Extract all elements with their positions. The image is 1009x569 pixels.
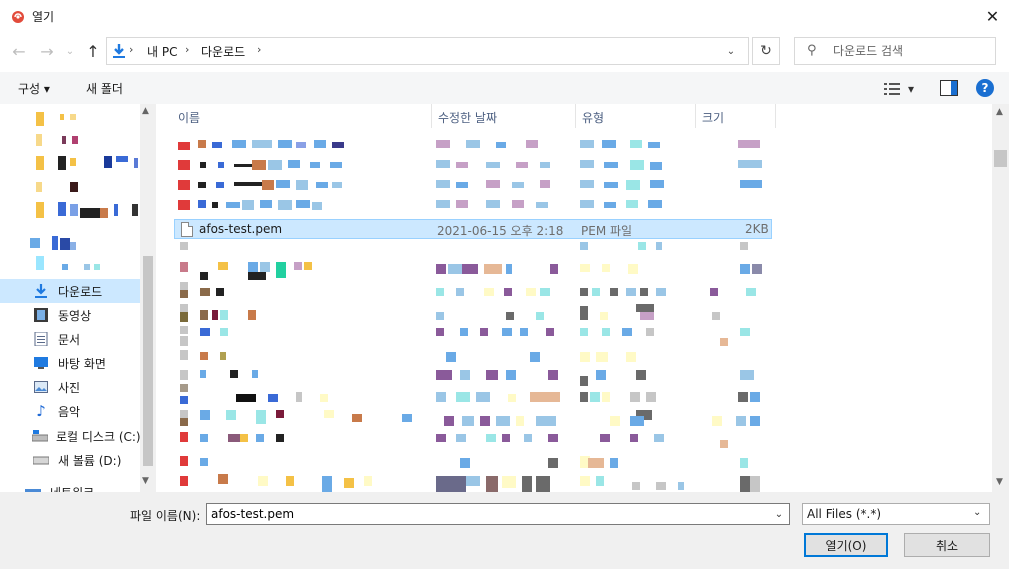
download-folder-icon bbox=[113, 44, 125, 58]
filename-label: 파일 이름(N): bbox=[130, 509, 201, 523]
sidebar-item-label: 네트워크 bbox=[50, 484, 94, 493]
help-button[interactable]: ? bbox=[976, 79, 994, 97]
sidebar-item-label: 새 볼륨 (D:) bbox=[58, 453, 122, 468]
sidebar-item-label: 바탕 화면 bbox=[58, 356, 106, 371]
sidebar-item-documents[interactable]: 문서 bbox=[0, 327, 140, 351]
sidebar-scrollbar[interactable]: ▲ ▼ bbox=[140, 104, 156, 492]
scroll-down-icon[interactable]: ▼ bbox=[996, 477, 1003, 487]
film-icon bbox=[32, 307, 50, 323]
sidebar-item-local-disk-c[interactable]: 로컬 디스크 (C:) bbox=[0, 424, 141, 448]
column-header-date-modified[interactable]: 수정한 날짜 bbox=[432, 104, 576, 128]
sidebar-item-label: 다운로드 bbox=[58, 284, 103, 299]
breadcrumb-separator[interactable]: › bbox=[257, 43, 261, 56]
scrollbar-thumb[interactable] bbox=[143, 256, 153, 466]
cancel-button[interactable]: 취소 bbox=[904, 533, 990, 557]
column-header-name[interactable]: 이름 bbox=[172, 104, 432, 128]
sort-ascending-icon: ⌃ bbox=[514, 104, 522, 111]
file-type-select[interactable]: All Files (*.*) ⌄ bbox=[802, 503, 990, 525]
folder-icon bbox=[36, 112, 44, 126]
folder-icon bbox=[36, 182, 42, 192]
sidebar-item-music[interactable]: ♪ 음악 bbox=[0, 399, 140, 423]
column-header-row: 이름 수정한 날짜 유형 크기 ⌃ bbox=[172, 104, 776, 128]
file-icon bbox=[181, 222, 193, 237]
address-history-dropdown[interactable]: ⌄ bbox=[721, 42, 741, 60]
scroll-up-icon[interactable]: ▲ bbox=[996, 107, 1003, 117]
sidebar-item-new-volume-d[interactable]: 새 볼륨 (D:) bbox=[0, 448, 140, 472]
file-name: afos-test.pem bbox=[199, 222, 283, 236]
file-row-selected[interactable]: afos-test.pem 2021-06-15 오후 2:18 PEM 파일 … bbox=[174, 219, 772, 239]
desktop-icon bbox=[32, 355, 50, 371]
breadcrumb-this-pc[interactable]: 내 PC bbox=[147, 43, 177, 60]
app-icon bbox=[12, 11, 24, 23]
sidebar-item-desktop[interactable]: 바탕 화면 bbox=[0, 351, 140, 375]
folder-icon bbox=[36, 134, 42, 146]
up-button[interactable]: ↑ bbox=[82, 40, 104, 62]
refresh-button[interactable]: ↻ bbox=[752, 37, 780, 65]
view-options-button[interactable]: ▾ bbox=[884, 80, 924, 98]
sidebar-item-label: 사진 bbox=[58, 380, 81, 395]
recent-locations-button[interactable]: ⌄ bbox=[62, 40, 78, 62]
title-bar bbox=[0, 0, 1009, 32]
sidebar-item-label: 로컬 디스크 (C:) bbox=[56, 429, 141, 444]
drive-icon bbox=[32, 428, 48, 444]
new-folder-button[interactable]: 새 폴더 bbox=[86, 80, 123, 97]
drive-icon bbox=[32, 452, 50, 468]
chevron-down-icon[interactable]: ⌄ bbox=[973, 507, 981, 518]
sidebar-item-network[interactable]: 네트워크 bbox=[0, 480, 132, 492]
folder-icon bbox=[36, 202, 44, 218]
file-list[interactable]: 이름 수정한 날짜 유형 크기 ⌃ afos-test.pem 2021-06-… bbox=[156, 104, 992, 492]
forward-button[interactable]: → bbox=[36, 40, 58, 62]
scroll-down-icon[interactable]: ▼ bbox=[142, 476, 149, 486]
document-icon bbox=[32, 331, 50, 347]
network-icon bbox=[24, 484, 42, 492]
search-input[interactable] bbox=[833, 42, 983, 60]
music-note-icon: ♪ bbox=[36, 402, 46, 420]
address-bar[interactable]: › 내 PC › 다운로드 › ⌄ bbox=[106, 37, 749, 65]
picture-icon bbox=[32, 379, 50, 395]
sidebar-item-label: 음악 bbox=[58, 404, 81, 419]
toolbar: 구성 ▾ 새 폴더 ▾ ? bbox=[0, 72, 1009, 104]
file-type-value: All Files (*.*) bbox=[807, 507, 882, 521]
column-header-type[interactable]: 유형 bbox=[576, 104, 696, 128]
chevron-down-icon: ▾ bbox=[908, 82, 915, 96]
breadcrumb-separator[interactable]: › bbox=[185, 43, 189, 56]
organize-button[interactable]: 구성 ▾ bbox=[18, 80, 50, 97]
breadcrumb-downloads[interactable]: 다운로드 bbox=[201, 43, 245, 60]
file-type: PEM 파일 bbox=[581, 224, 633, 238]
download-arrow-icon bbox=[32, 283, 50, 299]
sidebar-item-label: 문서 bbox=[58, 332, 81, 347]
file-date-modified: 2021-06-15 오후 2:18 bbox=[437, 224, 564, 238]
close-button[interactable]: ✕ bbox=[976, 2, 1009, 30]
search-box[interactable]: ⚲ bbox=[794, 37, 996, 65]
navigation-pane[interactable]: 다운로드 동영상 문서 바탕 화면 사진 ♪ 음악 로컬 디스크 (C:) 새 … bbox=[0, 104, 156, 492]
sidebar-item-downloads[interactable]: 다운로드 bbox=[0, 279, 140, 303]
dialog-footer: 파일 이름(N): ⌄ All Files (*.*) ⌄ 열기(O) 취소 bbox=[0, 492, 1009, 569]
scrollbar-thumb[interactable] bbox=[994, 150, 1007, 167]
scroll-up-icon[interactable]: ▲ bbox=[142, 106, 149, 116]
filename-combobox[interactable]: ⌄ bbox=[206, 503, 790, 525]
sidebar-item-label: 동영상 bbox=[58, 308, 92, 323]
column-header-size[interactable]: 크기 bbox=[696, 104, 776, 128]
filename-input[interactable] bbox=[211, 506, 761, 522]
details-view-icon bbox=[884, 83, 900, 95]
window-title: 열기 bbox=[32, 10, 55, 24]
folder-icon bbox=[36, 156, 44, 170]
back-button[interactable]: ← bbox=[8, 40, 30, 62]
search-icon: ⚲ bbox=[807, 43, 817, 58]
preview-pane-icon[interactable] bbox=[940, 80, 958, 96]
open-button[interactable]: 열기(O) bbox=[804, 533, 888, 557]
breadcrumb-separator[interactable]: › bbox=[129, 43, 133, 56]
file-size: 2KB bbox=[745, 222, 769, 236]
file-list-scrollbar[interactable]: ▲ ▼ bbox=[992, 104, 1009, 492]
sidebar-item-videos[interactable]: 동영상 bbox=[0, 303, 140, 327]
sidebar-item-pictures[interactable]: 사진 bbox=[0, 375, 140, 399]
chevron-down-icon[interactable]: ⌄ bbox=[771, 506, 787, 522]
